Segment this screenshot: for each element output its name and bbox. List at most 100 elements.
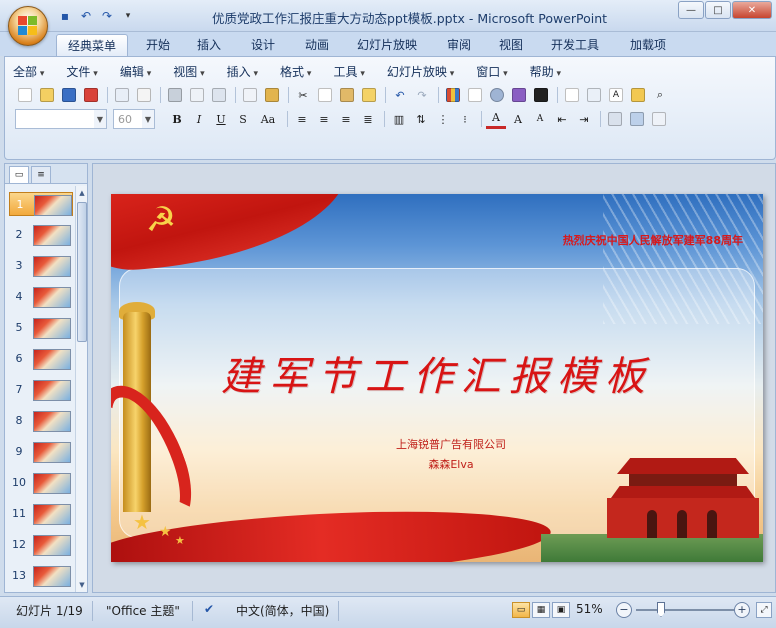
shapes-icon[interactable] (605, 110, 625, 129)
minimize-button[interactable]: — (678, 1, 704, 19)
scroll-up-icon[interactable]: ▲ (76, 186, 88, 200)
scroll-thumb[interactable] (77, 202, 87, 342)
underline-icon[interactable]: U (211, 110, 231, 129)
close-button[interactable]: ✕ (732, 1, 772, 19)
permission-icon[interactable] (112, 86, 132, 105)
slide-thumbnail[interactable]: 6 (9, 347, 73, 371)
numbering-icon[interactable]: ⋮ (433, 110, 453, 129)
save-file-icon[interactable] (59, 86, 79, 105)
slide-thumbnail[interactable]: 11 (9, 502, 73, 526)
shrink-font-icon[interactable]: A (530, 110, 550, 129)
outline-tab-icon[interactable]: ≡ (31, 166, 51, 183)
slide-thumbnail[interactable]: 7 (9, 378, 73, 402)
zoom-slider[interactable] (636, 609, 734, 611)
slide-layout-icon[interactable] (584, 86, 604, 105)
slide-thumbnail[interactable]: 10 (9, 471, 73, 495)
chart-icon[interactable] (443, 86, 463, 105)
menu-file[interactable]: 文件 (66, 63, 97, 81)
format-painter-icon[interactable] (359, 86, 379, 105)
zoom-level[interactable]: 51% (576, 602, 603, 616)
slide-thumbnail[interactable]: 8 (9, 409, 73, 433)
tab-home[interactable]: 开始 (136, 34, 180, 56)
slide-company[interactable]: 上海锐普广告有限公司 (111, 436, 763, 452)
layout-icon[interactable] (209, 86, 229, 105)
menu-slideshow[interactable]: 幻灯片放映 (387, 63, 454, 81)
new-icon[interactable] (15, 86, 35, 105)
shadow-icon[interactable]: S (233, 110, 253, 129)
zoom-slider-handle[interactable] (656, 602, 665, 617)
menu-help[interactable]: 帮助 (530, 63, 561, 81)
tab-view[interactable]: 视图 (488, 34, 534, 56)
research-icon[interactable] (262, 86, 282, 105)
menu-tools[interactable]: 工具 (333, 63, 364, 81)
italic-icon[interactable]: I (189, 110, 209, 129)
pane-scrollbar[interactable]: ▲ ▼ (75, 186, 87, 592)
tab-slideshow[interactable]: 幻灯片放映 (350, 34, 424, 56)
paste-icon[interactable] (337, 86, 357, 105)
cut-icon[interactable]: ✂ (293, 86, 313, 105)
menu-window[interactable]: 窗口 (476, 63, 507, 81)
grow-font-icon[interactable]: A (508, 110, 528, 129)
folder-icon[interactable] (628, 86, 648, 105)
change-case-icon[interactable]: Aa (255, 110, 281, 129)
font-name-combo[interactable]: ▼ (15, 109, 107, 129)
language-indicator[interactable]: 中文(简体，中国) (236, 602, 329, 619)
slides-tab-icon[interactable]: ▭ (9, 166, 29, 183)
spell-check-icon[interactable]: ✔ (204, 602, 214, 616)
normal-view-button[interactable]: ▭ (512, 602, 530, 618)
spelling-icon[interactable] (240, 86, 260, 105)
menu-all[interactable]: 全部 (13, 63, 44, 81)
current-slide[interactable]: ☭ 热烈庆祝中国人民解放军建军88周年 ★ ★ ★ 建军节工作汇报模板 上海锐普… (111, 194, 763, 562)
slide-thumbnail[interactable]: 4 (9, 285, 73, 309)
tab-developer[interactable]: 开发工具 (544, 34, 606, 56)
decrease-indent-icon[interactable]: ⇤ (552, 110, 572, 129)
menu-view[interactable]: 视图 (173, 63, 204, 81)
slide-thumbnail[interactable]: 9 (9, 440, 73, 464)
slide-thumbnail[interactable]: 1 (9, 192, 73, 216)
undo-icon[interactable]: ↶ (77, 7, 95, 25)
slide-thumbnail[interactable]: 12 (9, 533, 73, 557)
menu-edit[interactable]: 编辑 (120, 63, 151, 81)
color-grayscale-icon[interactable] (509, 86, 529, 105)
tab-animations[interactable]: 动画 (294, 34, 340, 56)
preview-icon[interactable] (187, 86, 207, 105)
table-icon[interactable] (465, 86, 485, 105)
slide-author[interactable]: 森森Elva (111, 456, 763, 472)
new-slide-icon[interactable] (562, 86, 582, 105)
save-icon[interactable]: ▪ (56, 7, 74, 25)
print-preview-icon[interactable] (81, 86, 101, 105)
open-icon[interactable] (37, 86, 57, 105)
tab-review[interactable]: 审阅 (436, 34, 482, 56)
tab-classic-menu[interactable]: 经典菜单 (56, 34, 128, 56)
hyperlink-icon[interactable] (487, 86, 507, 105)
zoom-out-button[interactable]: − (616, 602, 632, 618)
zoom-icon[interactable]: ⌕ (650, 86, 670, 105)
zoom-in-button[interactable]: + (734, 602, 750, 618)
textbox-icon[interactable]: A (606, 86, 626, 105)
bullets-icon[interactable]: ⁝ (455, 110, 475, 129)
menu-format[interactable]: 格式 (280, 63, 311, 81)
scroll-down-icon[interactable]: ▼ (76, 578, 88, 592)
increase-indent-icon[interactable]: ⇥ (574, 110, 594, 129)
maximize-button[interactable]: □ (705, 1, 731, 19)
slide-banner-text[interactable]: 热烈庆祝中国人民解放军建军88周年 (563, 232, 743, 248)
justify-icon[interactable]: ≣ (358, 110, 378, 129)
email-icon[interactable] (134, 86, 154, 105)
copy-icon[interactable] (315, 86, 335, 105)
theme-name[interactable]: "Office 主题" (106, 602, 180, 619)
slide-title[interactable]: 建军节工作汇报模板 (111, 344, 763, 402)
office-button[interactable] (8, 6, 48, 46)
undo-toolbar-icon[interactable]: ↶ (390, 86, 410, 105)
color-fill-icon[interactable] (531, 86, 551, 105)
tab-design[interactable]: 设计 (240, 34, 286, 56)
align-left-icon[interactable]: ≡ (292, 110, 312, 129)
arrange-icon[interactable] (627, 110, 647, 129)
slide-thumbnail[interactable]: 2 (9, 223, 73, 247)
slide-sorter-button[interactable]: ▦ (532, 602, 550, 618)
font-color-icon[interactable]: A (486, 110, 506, 129)
slide-thumbnail[interactable]: 5 (9, 316, 73, 340)
columns-icon[interactable]: ▥ (389, 110, 409, 129)
print-icon[interactable] (165, 86, 185, 105)
tab-insert[interactable]: 插入 (186, 34, 232, 56)
redo-icon[interactable]: ↷ (98, 7, 116, 25)
